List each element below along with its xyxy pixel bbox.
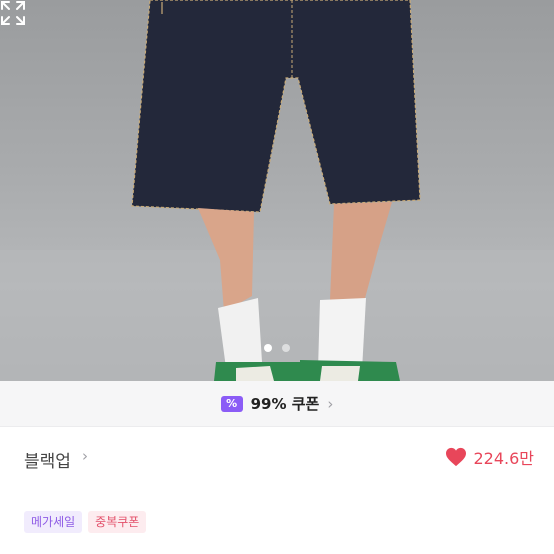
- heart-icon: [446, 447, 467, 467]
- like-count: 224.6만: [473, 449, 534, 468]
- gallery-dot[interactable]: [282, 344, 290, 352]
- gallery-dot[interactable]: [264, 344, 272, 352]
- coupon-ticket-icon: %: [220, 395, 243, 412]
- product-image-gallery[interactable]: [0, 0, 554, 381]
- store-row: 블랙업 › 224.6만: [0, 437, 554, 481]
- coupon-text: 99% 쿠폰: [250, 395, 320, 413]
- product-photo: [0, 0, 554, 381]
- promo-tags: 메가세일 중복쿠폰: [24, 511, 147, 533]
- like-button[interactable]: 224.6만: [445, 445, 534, 469]
- tag-mega-sale: 메가세일: [24, 511, 83, 533]
- gallery-pagination: [0, 344, 554, 352]
- expand-icon[interactable]: [0, 0, 26, 26]
- chevron-right-icon[interactable]: ›: [82, 447, 88, 465]
- store-name-link[interactable]: 블랙업: [24, 447, 71, 472]
- coupon-banner[interactable]: % 99% 쿠폰 ›: [0, 381, 554, 427]
- tag-stack-coupon: 중복쿠폰: [88, 511, 147, 533]
- product-title: [24, 546, 544, 554]
- chevron-right-icon: ›: [327, 394, 334, 413]
